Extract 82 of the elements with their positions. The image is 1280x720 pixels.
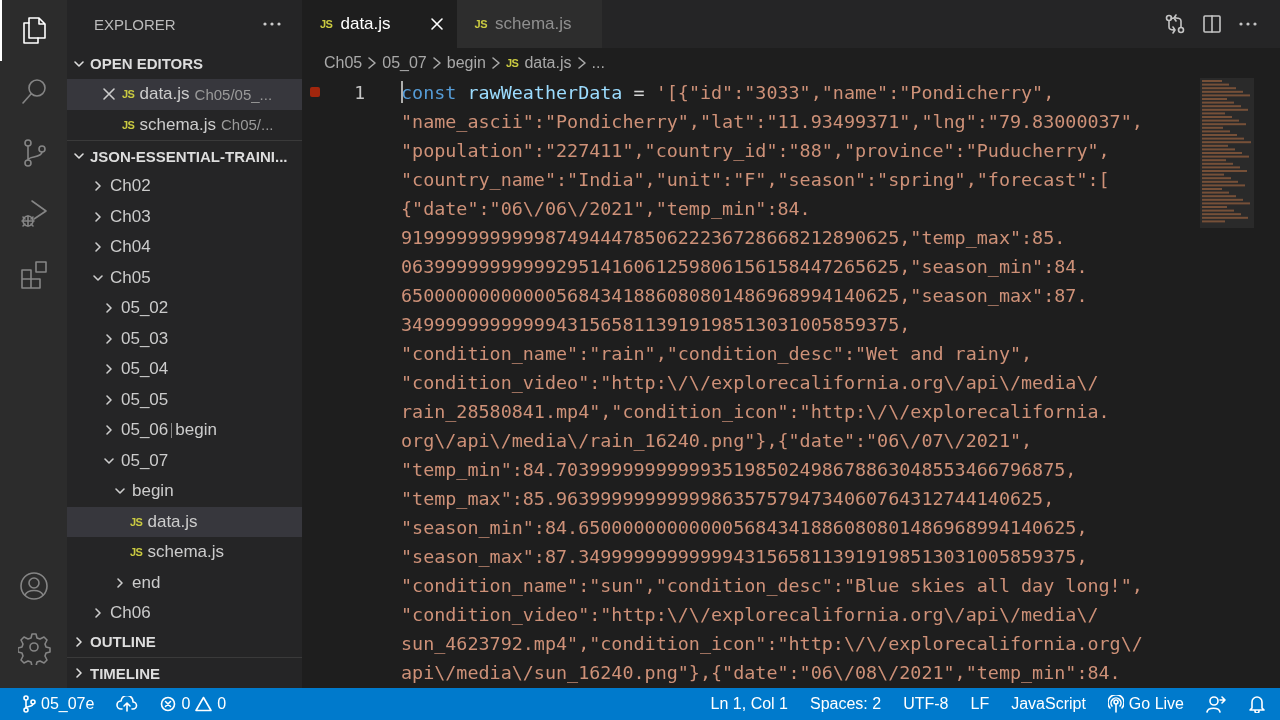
folder-item[interactable]: begin [67, 476, 302, 507]
editor-tab[interactable]: JS schema.js [456, 0, 602, 48]
breadcrumb-item[interactable]: 05_07 [382, 54, 427, 72]
close-icon[interactable] [428, 16, 445, 32]
js-file-icon: JS [474, 18, 488, 30]
breadcrumb-item[interactable]: ... [591, 54, 605, 72]
chevron-icon [575, 56, 588, 70]
split-editor-icon[interactable] [1202, 14, 1222, 34]
code-line: api\/media\/sun_16240.png"},{"date":"06\/08\/2021","temp_min":84. [401, 661, 1122, 685]
code-line: sun_4623792.mp4","condition_icon":"http:\/\/explorecalifornia.org\/ [401, 632, 1144, 656]
js-file-icon: JS [505, 57, 519, 69]
status-item[interactable]: UTF-8 [903, 695, 949, 713]
code-line: "season_max":87.349999999999994315658113919198513031005859375, [401, 545, 1089, 569]
chevron-icon [366, 56, 379, 70]
branch-indicator[interactable]: 05_07e [22, 695, 95, 713]
broadcast-icon [1107, 695, 1124, 713]
code-line: "name_ascii":"Pondicherry","lat":"11.93499371","lng":"79.83000037", [401, 110, 1144, 134]
section-header[interactable]: OUTLINE [67, 626, 302, 657]
line-number: 1 [354, 82, 365, 103]
code-line: "condition_name":"rain","condition_desc":"Wet and rainy", [401, 342, 1034, 366]
js-file-icon: JS [122, 88, 135, 101]
code-line: org\/api\/media\/rain_16240.png"},{"date":"06\/07\/2021", [401, 429, 1034, 453]
code-line: "population":"227411","country_id":"88","province":"Puducherry", [401, 139, 1111, 163]
more-icon[interactable] [262, 21, 282, 27]
status-item[interactable]: Spaces: 2 [810, 695, 882, 713]
js-file-icon: JS [122, 118, 135, 131]
bell-icon[interactable] [1248, 695, 1266, 713]
folder-item[interactable]: Ch06 [67, 598, 302, 626]
branch-icon [22, 695, 36, 713]
js-file-icon: JS [130, 515, 143, 528]
code-line: "temp_min":84.7039999999999935198502498678863048553466796875, [401, 458, 1078, 482]
folder-item[interactable]: 05_04 [67, 354, 302, 385]
feedback-icon[interactable] [1206, 695, 1226, 713]
close-icon[interactable] [101, 86, 117, 103]
folder-item[interactable]: end [67, 567, 302, 598]
folder-item[interactable]: Ch03 [67, 201, 302, 232]
section-header[interactable]: OPEN EDITORS [67, 48, 302, 79]
breadcrumb-item[interactable]: begin [446, 54, 486, 72]
status-item[interactable]: JavaScript [1011, 695, 1086, 713]
file-item[interactable]: JS data.js [67, 506, 302, 537]
chevron-icon [430, 56, 443, 70]
status-item[interactable]: LF [970, 695, 990, 713]
breadcrumb-item[interactable]: data.js [524, 54, 572, 72]
folder-item[interactable]: 05_03 [67, 323, 302, 354]
breadcrumb-item[interactable]: Ch05 [324, 54, 363, 72]
settings-icon[interactable] [17, 630, 52, 665]
code-line: {"date":"06\/06\/2021","temp_min":84. [401, 197, 812, 221]
folder-item[interactable]: Ch05 [67, 262, 302, 293]
explorer-title: EXPLORER [94, 15, 176, 33]
js-file-icon: JS [320, 18, 333, 30]
compare-changes-icon[interactable] [1164, 13, 1186, 35]
folder-item[interactable]: 05_05 [67, 384, 302, 415]
go-live-button[interactable]: Go Live [1107, 695, 1184, 713]
code-line: "country_name":"India","unit":"F","season":"spring","forecast":[ [401, 168, 1111, 192]
code-line: 650000000000005684341886080801486968994140625,"season_max":87. [401, 284, 1089, 308]
editor-tab[interactable]: JS data.js [302, 0, 457, 48]
code-line: 349999999999994315658113919198513031005859375, [401, 313, 912, 337]
error-icon [160, 696, 177, 712]
code-line: "season_min":84.650000000000005684341886080801486968994140625, [401, 516, 1089, 540]
open-editor-item[interactable]: JS data.js Ch05/05_... [67, 79, 302, 110]
problems-indicator[interactable]: 0 0 [160, 695, 227, 713]
warning-icon [195, 696, 213, 712]
cloud-upload-icon[interactable] [116, 696, 139, 712]
chevron-icon [489, 56, 502, 70]
file-item[interactable]: JS schema.js [67, 537, 302, 568]
code-line: "temp_max":85.96399999999999863575794734060764312744140625, [401, 487, 1056, 511]
code-line: const rawWeatherData = '[{"id":"3033","name":"Pondicherry", [401, 80, 1056, 105]
js-file-icon: JS [130, 546, 143, 559]
folder-item[interactable]: 05_07 [67, 445, 302, 476]
open-editor-item[interactable]: JS schema.js Ch05/... [67, 109, 302, 140]
code-line: 063999999999992951416061259806156158447265625,"season_min":84. [401, 255, 1089, 279]
code-line: "condition_video":"http:\/\/explorecalifornia.org\/api\/media\/ [401, 371, 1100, 395]
folder-item[interactable]: 05_02 [67, 293, 302, 324]
folder-item[interactable]: Ch02 [67, 171, 302, 202]
folder-item[interactable]: Ch04 [67, 232, 302, 263]
code-line: "condition_name":"sun","condition_desc":"Blue skies all day long!", [401, 574, 1144, 598]
folder-item[interactable]: 05_06 begin [67, 415, 302, 446]
code-line: rain_28580841.mp4","condition_icon":"http:\/\/explorecalifornia. [401, 400, 1111, 424]
code-line: "condition_video":"http:\/\/explorecalifornia.org\/api\/media\/ [401, 603, 1100, 627]
more-icon[interactable] [1238, 21, 1258, 27]
status-item[interactable]: Ln 1, Col 1 [710, 695, 788, 713]
code-line: 919999999999987494447850622236728668212890625,"temp_max":85. [401, 226, 1067, 250]
